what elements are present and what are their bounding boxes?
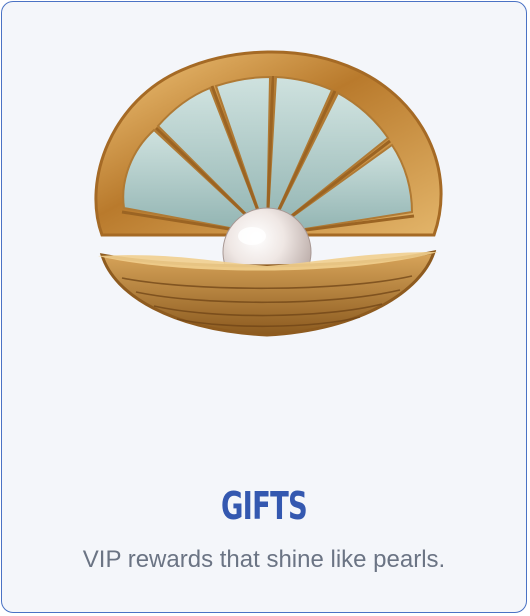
- pearl-in-shell-icon: [94, 50, 443, 337]
- card-subtitle: VIP rewards that shine like pearls.: [82, 546, 446, 573]
- card-title: GIFTS: [220, 484, 308, 528]
- gifts-card[interactable]: GIFTS VIP rewards that shine like pearls…: [1, 1, 527, 613]
